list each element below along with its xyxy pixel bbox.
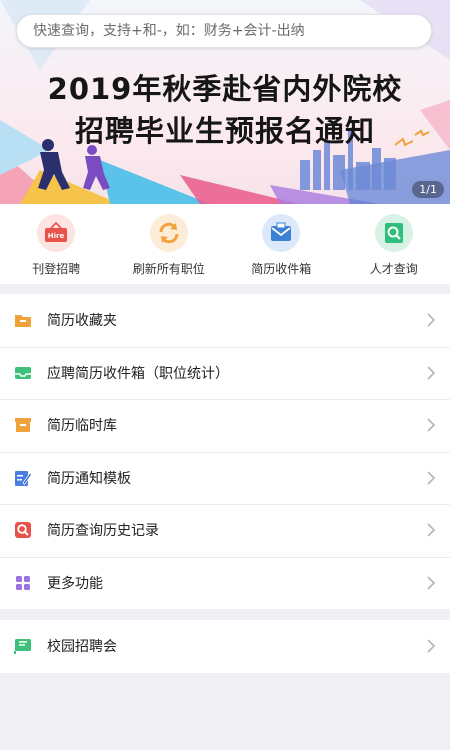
menu-item-label: 更多功能	[47, 575, 103, 592]
quick-action-talent-search[interactable]: 人才查询	[338, 204, 450, 284]
banner-pager: 1/1	[412, 181, 444, 198]
quick-action-label: 刊登招聘	[32, 262, 81, 276]
search-input[interactable]	[33, 23, 431, 39]
chevron-right-icon	[420, 418, 442, 432]
svg-text:Hire: Hire	[48, 232, 65, 240]
quick-action-label: 人才查询	[369, 262, 418, 276]
banner-title-line1: 2019年秋季赴省内外院校	[47, 72, 403, 106]
inbox-icon	[14, 364, 32, 382]
menu-item-label: 简历收藏夹	[47, 313, 117, 330]
refresh-icon	[149, 214, 188, 252]
menu-item-label: 校园招聘会	[47, 639, 117, 656]
quick-action-resume-inbox[interactable]: 简历收件箱	[225, 204, 338, 284]
quick-action-label: 刷新所有职位	[132, 262, 205, 276]
banner[interactable]: 2019年秋季赴省内外院校 招聘毕业生预报名通知 1/1	[0, 0, 450, 204]
folder-icon	[14, 311, 32, 329]
chevron-right-icon	[420, 366, 442, 380]
search-icon	[374, 214, 413, 252]
grid-icon	[14, 574, 32, 592]
menu-item-label: 应聘简历收件箱（职位统计）	[47, 365, 229, 382]
menu-item-campus-recruitment[interactable]: 校园招聘会	[0, 620, 450, 673]
menu-item-notice-template[interactable]: 简历通知模板	[0, 451, 450, 505]
quick-action-label: 简历收件箱	[251, 262, 312, 276]
menu-item-label: 简历临时库	[47, 418, 117, 435]
menu-list-secondary: 校园招聘会	[0, 620, 450, 673]
banner-title-line2: 招聘毕业生预报名通知	[74, 114, 375, 148]
chevron-right-icon	[420, 313, 442, 327]
quick-actions: Hire 刊登招聘 刷新所有职位 简历收件箱 人才查询	[0, 204, 450, 284]
chevron-right-icon	[420, 576, 442, 590]
chevron-right-icon	[420, 471, 442, 485]
chevron-right-icon	[420, 523, 442, 537]
history-search-icon	[14, 521, 32, 539]
hire-icon: Hire	[37, 214, 76, 252]
box-icon	[14, 416, 32, 434]
menu-item-more-features[interactable]: 更多功能	[0, 556, 450, 610]
menu-item-search-history[interactable]: 简历查询历史记录	[0, 504, 450, 557]
quick-action-post-job[interactable]: Hire 刊登招聘	[0, 204, 113, 284]
menu-list: 简历收藏夹 应聘简历收件箱（职位统计） 简历临时库 简历通知模板 简历查询历史记…	[0, 294, 450, 609]
edit-icon	[14, 469, 32, 487]
menu-item-resume-favorites[interactable]: 简历收藏夹	[0, 294, 450, 347]
search-bar[interactable]	[16, 14, 432, 48]
quick-action-refresh-jobs[interactable]: 刷新所有职位	[113, 204, 226, 284]
chevron-right-icon	[420, 639, 442, 653]
menu-item-label: 简历通知模板	[47, 470, 131, 487]
menu-item-temp-resume-library[interactable]: 简历临时库	[0, 399, 450, 452]
menu-item-application-inbox[interactable]: 应聘简历收件箱（职位统计）	[0, 346, 450, 400]
menu-item-label: 简历查询历史记录	[47, 523, 159, 540]
mail-icon	[262, 214, 301, 252]
flag-icon	[14, 637, 32, 655]
